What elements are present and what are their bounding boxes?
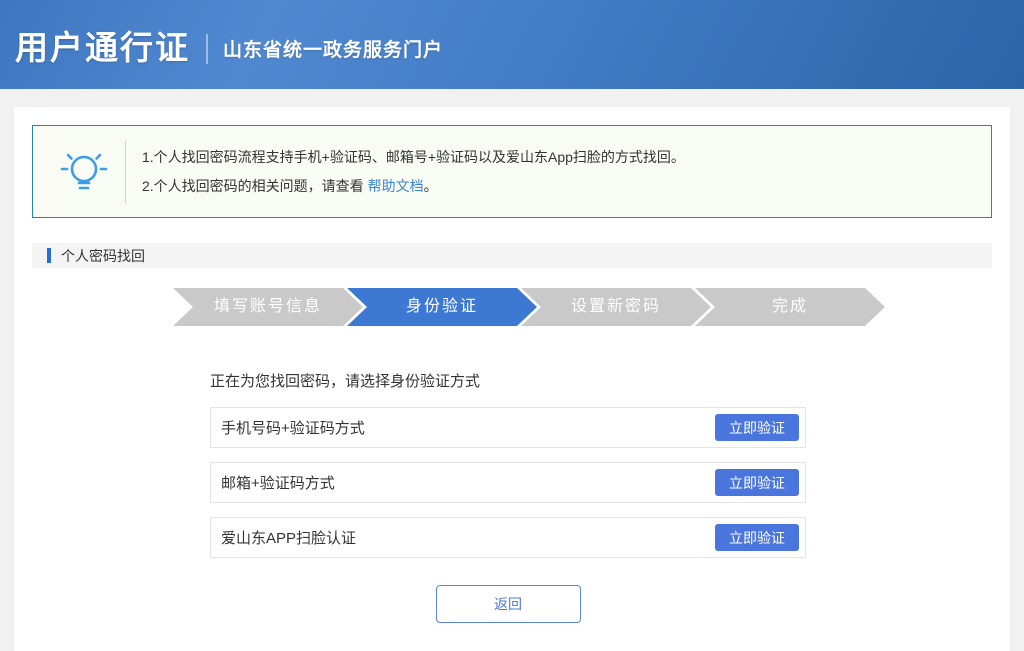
step-identity-verification: 身份验证: [347, 288, 537, 326]
section-header: 个人密码找回: [32, 243, 992, 268]
notice-text: 1.个人找回密码流程支持手机+验证码、邮箱号+验证码以及爱山东App扫脸的方式找…: [142, 143, 685, 201]
content-card: 1.个人找回密码流程支持手机+验证码、邮箱号+验证码以及爱山东App扫脸的方式找…: [14, 107, 1010, 651]
method-list: 手机号码+验证码方式 立即验证 邮箱+验证码方式 立即验证 爱山东APP扫脸认证…: [210, 407, 806, 558]
section-title: 个人密码找回: [61, 246, 145, 266]
method-row-app-face-scan: 爱山东APP扫脸认证 立即验证: [210, 517, 806, 558]
verify-now-button[interactable]: 立即验证: [715, 469, 799, 496]
app-title: 用户通行证: [15, 21, 190, 69]
method-label: 邮箱+验证码方式: [221, 472, 335, 493]
back-button[interactable]: 返回: [436, 585, 581, 623]
back-button-row: 返回: [210, 585, 806, 623]
progress-steps: 填写账号信息 身份验证 设置新密码 完成: [173, 288, 1010, 326]
notice-line-1: 1.个人找回密码流程支持手机+验证码、邮箱号+验证码以及爱山东App扫脸的方式找…: [142, 143, 685, 172]
verify-now-button[interactable]: 立即验证: [715, 414, 799, 441]
lightbulb-icon: [53, 148, 115, 196]
notice-line-2-period: 。: [424, 178, 438, 194]
verify-now-button[interactable]: 立即验证: [715, 524, 799, 551]
portal-name: 山东省统一政务服务门户: [223, 35, 443, 62]
method-label: 手机号码+验证码方式: [221, 417, 365, 438]
notice-divider: [125, 141, 126, 203]
notice-line-2: 2.个人找回密码的相关问题，请查看 帮助文档。: [142, 172, 685, 201]
prompt-text: 正在为您找回密码，请选择身份验证方式: [210, 370, 1010, 391]
header: 用户通行证 山东省统一政务服务门户: [0, 0, 1024, 89]
method-row-email: 邮箱+验证码方式 立即验证: [210, 462, 806, 503]
header-divider: [206, 34, 208, 64]
step-fill-account-info: 填写账号信息: [173, 288, 363, 326]
step-set-new-password: 设置新密码: [521, 288, 711, 326]
method-row-phone: 手机号码+验证码方式 立即验证: [210, 407, 806, 448]
method-label: 爱山东APP扫脸认证: [221, 527, 356, 548]
section-accent-bar: [47, 248, 51, 263]
step-complete: 完成: [695, 288, 885, 326]
help-doc-link[interactable]: 帮助文档: [368, 178, 424, 194]
notice-box: 1.个人找回密码流程支持手机+验证码、邮箱号+验证码以及爱山东App扫脸的方式找…: [32, 125, 992, 218]
notice-line-2-text: 2.个人找回密码的相关问题，请查看: [142, 178, 368, 194]
